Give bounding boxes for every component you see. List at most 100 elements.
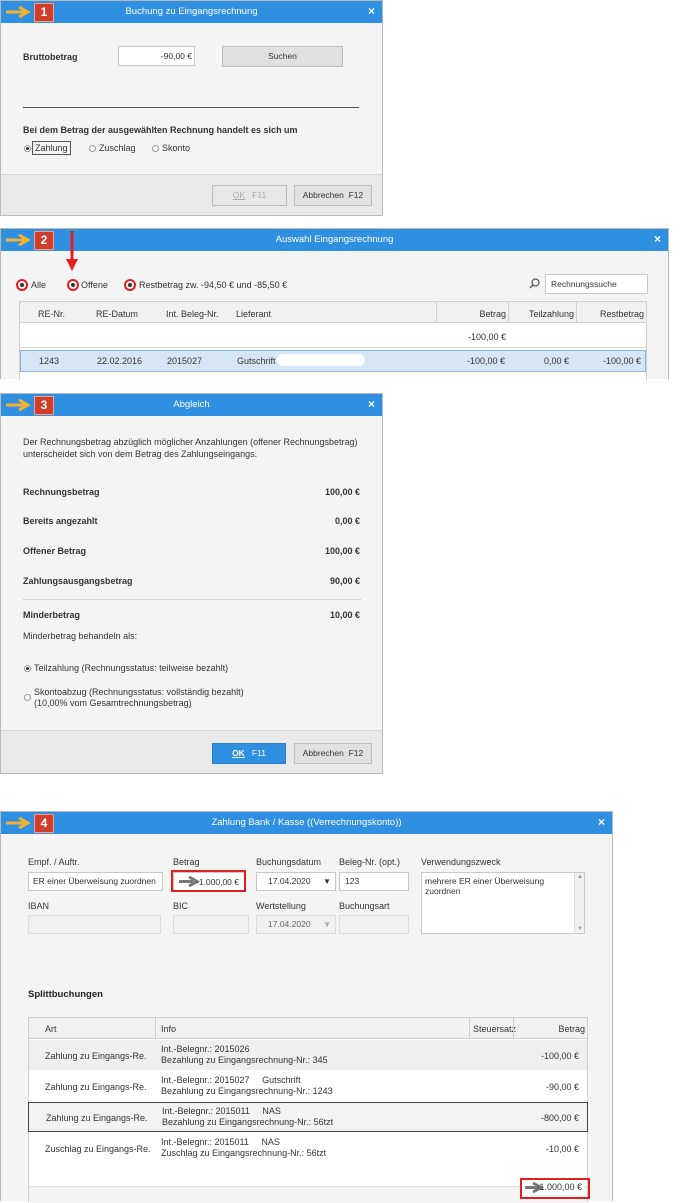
- filter-rest-label: Restbetrag zw. -94,50 € und -85,50 €: [139, 280, 288, 290]
- cancel-label: Abbrechen: [302, 190, 344, 200]
- brutto-input[interactable]: -90,00 €: [118, 46, 195, 66]
- col-beleg[interactable]: Int. Beleg-Nr.: [166, 309, 219, 319]
- cell-betrag: -10,00 €: [545, 1144, 579, 1154]
- step-number: 4: [34, 814, 54, 833]
- cell-betrag: -100,00 €: [540, 1051, 579, 1061]
- radio-skontoabzug[interactable]: [24, 694, 31, 701]
- dialog-footer: OK F11 Abbrechen F12: [1, 730, 382, 773]
- dialog-abgleich: Abgleich × 3 Der Rechnungsbetrag abzügli…: [0, 393, 383, 774]
- cell-re-datum: 22.02.2016: [97, 356, 143, 366]
- search-icon[interactable]: [529, 278, 540, 289]
- iban-input[interactable]: [28, 915, 161, 934]
- empf-input[interactable]: ER einer Überweisung zuordnen: [28, 872, 163, 891]
- beleg-label: Beleg-Nr. (opt.): [339, 857, 401, 867]
- filter-rest-radio[interactable]: [124, 279, 136, 291]
- cancel-button[interactable]: Abbrechen F12: [294, 185, 372, 206]
- close-icon[interactable]: ×: [368, 4, 375, 18]
- cell-info-1: Int.-Belegnr.: 2015011 NAS: [161, 1137, 280, 1147]
- cell-restbetrag: -100,00 €: [602, 356, 641, 366]
- ok-button[interactable]: OK F11: [212, 743, 286, 764]
- col-re-nr[interactable]: RE-Nr.: [38, 309, 65, 319]
- cell-betrag: -100,00 €: [466, 356, 505, 366]
- zweck-textarea[interactable]: mehrere ER einer Überweisung zuordnen ▲ …: [421, 872, 585, 934]
- wert-value: 17.04.2020: [268, 919, 311, 929]
- col-sep: [436, 302, 437, 322]
- scrollbar[interactable]: ▲ ▼: [574, 873, 584, 933]
- col-betrag[interactable]: Betrag: [479, 309, 506, 319]
- cell-art: Zahlung zu Eingangs-Re.: [45, 1082, 147, 1092]
- ok-label: OK: [232, 190, 246, 200]
- step-number: 1: [34, 3, 54, 22]
- table-footer: [29, 1186, 587, 1203]
- table-row[interactable]: 1243 22.02.2016 2015027 Gutschrift -100,…: [20, 350, 646, 372]
- dialog-buchung-eingangsrechnung: Buchung zu Eingangsrechnung × 1 Bruttobe…: [0, 0, 383, 216]
- chevron-down-icon: ▼: [323, 920, 331, 929]
- redaction-mask: [277, 354, 365, 366]
- scroll-up-icon[interactable]: ▲: [577, 874, 583, 880]
- bic-input[interactable]: [173, 915, 249, 934]
- step-marker: 3: [1, 394, 57, 416]
- radio-teilzahlung[interactable]: [24, 665, 31, 672]
- filter-all-radio[interactable]: [16, 279, 28, 291]
- step-marker: 4: [1, 812, 57, 834]
- col-info[interactable]: Info: [161, 1024, 176, 1034]
- wert-label: Wertstellung: [256, 901, 306, 911]
- cancel-button[interactable]: Abbrechen F12: [294, 743, 372, 764]
- col-re-datum[interactable]: RE-Datum: [96, 309, 138, 319]
- radio-zahlung-label: Zahlung: [32, 141, 71, 155]
- cell-info-2: Bezahlung zu Eingangsrechnung-Nr.: 1243: [161, 1086, 333, 1096]
- zweck-line-2: zuordnen: [425, 886, 461, 896]
- question-text: Bei dem Betrag der ausgewählten Rechnung…: [23, 125, 298, 135]
- scroll-down-icon[interactable]: ▼: [577, 926, 583, 932]
- col-steuersatz[interactable]: Steuersatz: [473, 1024, 516, 1034]
- beleg-input[interactable]: 123: [339, 872, 409, 891]
- value: 10,00 €: [329, 610, 360, 620]
- radio-zahlung[interactable]: [24, 145, 31, 152]
- radio-zuschlag-label: Zuschlag: [99, 143, 136, 153]
- col-lieferant[interactable]: Lieferant: [236, 309, 271, 319]
- radio-skonto-label: Skonto: [162, 143, 191, 153]
- arrow-right-icon: [6, 817, 31, 829]
- ok-key: F11: [251, 748, 266, 758]
- close-icon[interactable]: ×: [598, 815, 605, 829]
- ok-button[interactable]: OK F11: [212, 185, 287, 206]
- cell-info-2: Zuschlag zu Eingangsrechnung-Nr.: 56tzt: [161, 1148, 327, 1158]
- intro-line-2: unterscheidet sich von dem Betrag des Za…: [23, 449, 258, 459]
- cancel-label: Abbrechen: [302, 748, 344, 758]
- arrow-right-icon: [6, 234, 31, 246]
- col-art[interactable]: Art: [45, 1024, 57, 1034]
- close-icon[interactable]: ×: [654, 232, 661, 246]
- cell-info-1: Int.-Belegnr.: 2015011 NAS: [162, 1106, 281, 1116]
- cell-info-2: Bezahlung zu Eingangsrechnung-Nr.: 345: [161, 1055, 328, 1065]
- search-button[interactable]: Suchen: [222, 46, 343, 67]
- betrag-label: Betrag: [173, 857, 200, 867]
- col-teilzahlung[interactable]: Teilzahlung: [529, 309, 574, 319]
- chevron-down-icon: ▼: [323, 877, 331, 886]
- art-input[interactable]: [339, 915, 409, 934]
- iban-label: IBAN: [28, 901, 50, 911]
- radio-zuschlag[interactable]: [89, 145, 96, 152]
- radio-skonto[interactable]: [152, 145, 159, 152]
- cancel-key: F12: [348, 190, 364, 200]
- search-input[interactable]: Rechnungssuche: [545, 274, 648, 294]
- label: Offener Betrag: [23, 546, 87, 556]
- table-row-selected[interactable]: Zahlung zu Eingangs-Re. Int.-Belegnr.: 2…: [28, 1102, 588, 1132]
- dialog-title: Abgleich: [173, 399, 210, 410]
- wert-select[interactable]: 17.04.2020 ▼: [256, 915, 336, 934]
- dialog-auswahl-eingangsrechnung: Auswahl Eingangsrechnung × 2 Alle Offene…: [0, 228, 669, 380]
- table-row[interactable]: Zahlung zu Eingangs-Re. Int.-Belegnr.: 2…: [29, 1071, 587, 1101]
- empf-label: Empf. / Auftr.: [28, 857, 80, 867]
- table-row[interactable]: Zuschlag zu Eingangs-Re. Int.-Belegnr.: …: [29, 1133, 587, 1163]
- close-icon[interactable]: ×: [368, 397, 375, 411]
- table-row[interactable]: Zahlung zu Eingangs-Re. Int.-Belegnr.: 2…: [29, 1040, 587, 1070]
- filter-open-radio[interactable]: [67, 279, 79, 291]
- datum-select[interactable]: 17.04.2020 ▼: [256, 872, 336, 891]
- arrow-right-icon: [6, 6, 31, 18]
- dialog-zahlung-bank-kasse: Zahlung Bank / Kasse ((Verrechnungskonto…: [0, 811, 613, 1203]
- cell-teilzahlung: 0,00 €: [543, 356, 569, 366]
- zweck-line-1: mehrere ER einer Überweisung: [425, 876, 545, 886]
- sum-value: -100,00 €: [467, 332, 506, 342]
- col-betrag[interactable]: Betrag: [558, 1024, 585, 1034]
- col-restbetrag[interactable]: Restbetrag: [600, 309, 644, 319]
- datum-value: 17.04.2020: [268, 876, 311, 886]
